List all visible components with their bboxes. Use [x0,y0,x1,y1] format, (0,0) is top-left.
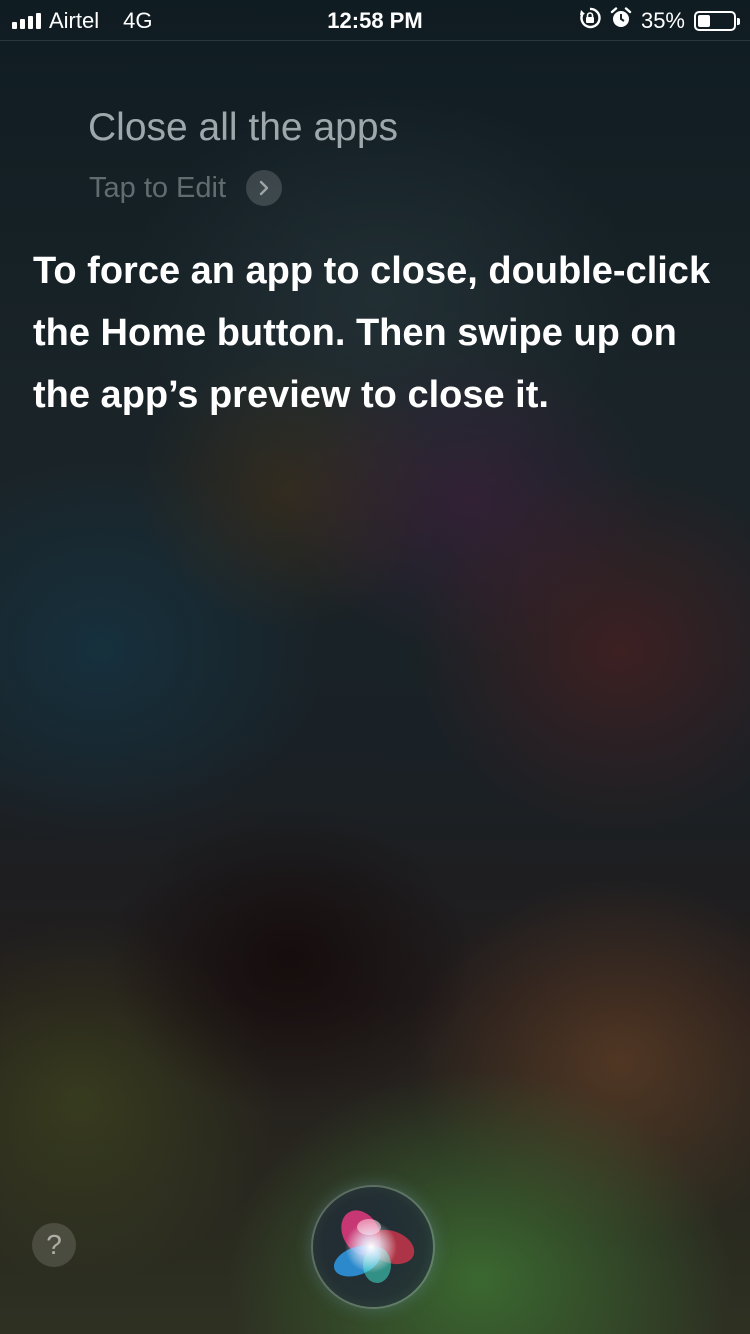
orientation-lock-icon [579,7,601,35]
chevron-right-icon [246,170,283,206]
help-button[interactable]: ? [32,1223,76,1267]
tap-to-edit-button[interactable]: Tap to Edit [89,170,283,206]
battery-icon [694,11,740,31]
alarm-icon [610,7,632,35]
battery-level [698,15,710,27]
siri-response: To force an app to close, double-click t… [33,250,711,416]
tap-to-edit-label: Tap to Edit [89,171,227,204]
battery-percent: 35% [640,8,685,33]
status-bar: Airtel 4G 12:58 PM 35% [0,0,750,41]
siri-orb-icon[interactable] [313,1187,433,1307]
status-right: 35% [579,7,740,35]
siri-query[interactable]: Close all the apps [88,106,398,150]
